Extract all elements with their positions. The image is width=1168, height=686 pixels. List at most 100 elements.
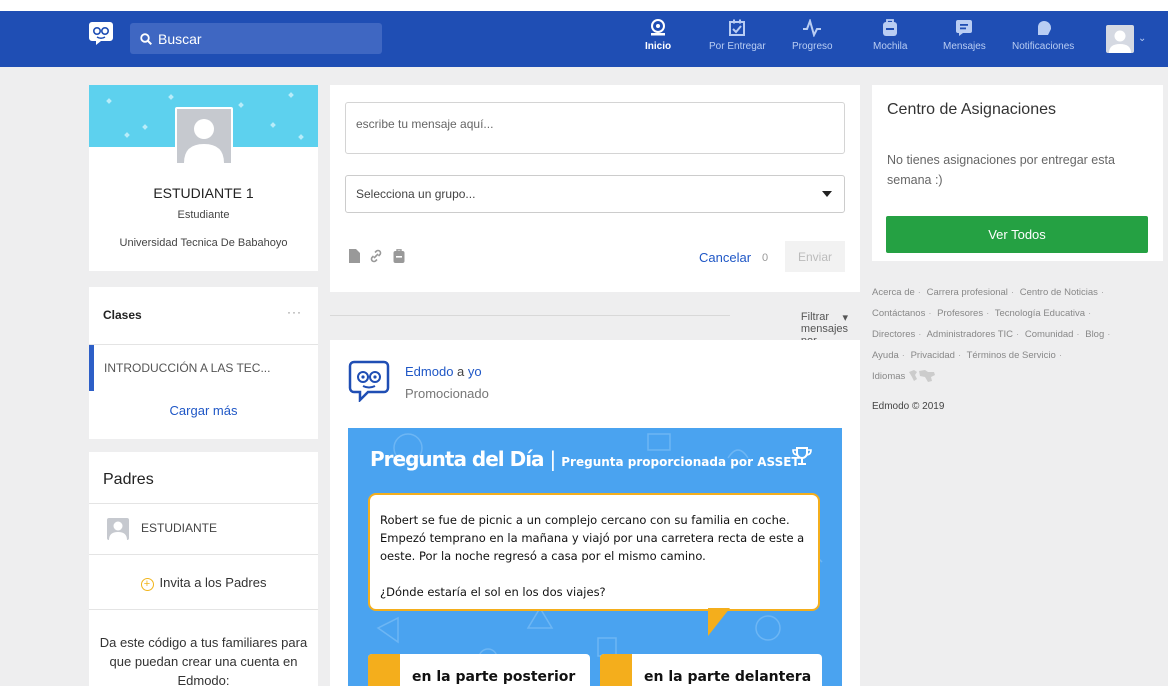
- answer-option[interactable]: en la parte delantera: [600, 654, 822, 686]
- footer-link[interactable]: Centro de Noticias: [1020, 287, 1098, 298]
- parent-code-text: Da este código a tus familiares para que…: [99, 635, 308, 686]
- footer-link[interactable]: Contáctanos: [872, 308, 925, 319]
- answer-option[interactable]: en la parte posterior: [368, 654, 590, 686]
- user-avatar[interactable]: [1106, 25, 1134, 53]
- nav-item-label: Mochila: [873, 41, 908, 52]
- post-recipient-link[interactable]: yo: [468, 364, 482, 379]
- answer-label: en la parte delantera: [644, 669, 812, 685]
- message-icon: [956, 20, 973, 36]
- invite-parents-label: Invita a los Padres: [159, 575, 267, 590]
- assignments-message: No tienes asignaciones por entregar esta…: [887, 153, 1115, 187]
- parents-title: Padres: [103, 471, 154, 488]
- pulse-icon: [803, 19, 822, 37]
- bell-icon: [1038, 21, 1052, 35]
- divider: [330, 315, 730, 316]
- user-icon: [184, 119, 224, 163]
- backpack-icon[interactable]: [392, 248, 406, 264]
- nav-item-progreso[interactable]: Progreso: [792, 19, 833, 63]
- post-composer: escribe tu mensaje aquí... Selecciona un…: [330, 85, 860, 292]
- globe-map-icon[interactable]: [908, 369, 936, 383]
- nav-item-label: Notificaciones: [1012, 41, 1075, 52]
- filter-bar: Filtrar mensajes por ▾: [330, 305, 860, 347]
- footer-link[interactable]: Directores: [872, 329, 915, 340]
- search-placeholder: Buscar: [158, 30, 202, 47]
- group-select[interactable]: Selecciona un grupo...: [345, 175, 845, 213]
- answer-marker: [600, 654, 632, 686]
- parents-card: Padres ESTUDIANTE + Invita a los Padres D…: [89, 452, 318, 686]
- more-options-icon[interactable]: ···: [287, 305, 302, 319]
- assignments-card: Centro de Asignaciones No tienes asignac…: [872, 85, 1163, 261]
- post-author-link[interactable]: Edmodo: [405, 364, 453, 379]
- post-card: Edmodo a yo Promocionado Pregunta del Dí…: [330, 340, 860, 686]
- footer-link[interactable]: Administradores TIC: [927, 329, 1013, 340]
- profile-avatar[interactable]: [175, 107, 233, 165]
- cancel-button[interactable]: Cancelar: [699, 250, 751, 265]
- footer-link[interactable]: Carrera profesional: [927, 287, 1008, 298]
- navigation-bar: Buscar Inicio Por Entregar Progreso Moch…: [0, 11, 1168, 67]
- nav-item-mochila[interactable]: Mochila: [873, 19, 907, 63]
- question-subtitle: Pregunta proporcionada por ASSET: [561, 455, 800, 469]
- plus-circle-icon: +: [140, 578, 154, 591]
- nav-item-inicio[interactable]: Inicio: [645, 19, 671, 63]
- divider: [89, 554, 318, 555]
- footer-link[interactable]: Tecnología Educativa: [995, 308, 1085, 319]
- message-input[interactable]: escribe tu mensaje aquí...: [345, 102, 845, 154]
- question-title-main: Pregunta del Día: [370, 447, 545, 471]
- character-counter: 0: [762, 252, 769, 264]
- nav-item-por-entregar[interactable]: Por Entregar: [709, 19, 766, 63]
- post-connector: a: [453, 364, 468, 379]
- nav-item-label: Progreso: [792, 41, 833, 52]
- caret-down-icon: ▾: [842, 312, 848, 324]
- answer-label: en la parte posterior: [412, 669, 576, 685]
- nav-item-label: Por Entregar: [709, 41, 766, 52]
- search-input[interactable]: Buscar: [130, 23, 382, 54]
- calendar-check-icon: [729, 19, 746, 36]
- footer-link[interactable]: Comunidad: [1025, 329, 1074, 340]
- divider: [89, 609, 318, 610]
- footer-link[interactable]: Idiomas: [872, 371, 905, 382]
- footer-link[interactable]: Blog: [1085, 329, 1104, 340]
- send-button[interactable]: Enviar: [785, 241, 845, 272]
- link-icon[interactable]: [369, 248, 383, 264]
- group-select-value: Selecciona un grupo...: [356, 187, 476, 201]
- promoted-label: Promocionado: [405, 386, 489, 401]
- question-ask: ¿Dónde estaría el sol en los dos viajes?: [380, 585, 606, 599]
- classes-card: Clases ··· INTRODUCCIÓN A LAS TEC... Car…: [89, 287, 318, 439]
- nav-item-label: Mensajes: [943, 41, 986, 52]
- classes-title: Clases: [103, 308, 142, 322]
- chevron-down-icon[interactable]: ⌄: [1138, 33, 1146, 44]
- footer-link[interactable]: Profesores: [937, 308, 983, 319]
- assignments-title: Centro de Asignaciones: [887, 101, 1056, 118]
- profile-name[interactable]: ESTUDIANTE 1: [89, 185, 318, 201]
- speech-bubble-tail: [708, 608, 730, 636]
- edmodo-logo-icon[interactable]: [88, 20, 114, 46]
- footer-link[interactable]: Acerca de: [872, 287, 915, 298]
- invite-parents-link[interactable]: + Invita a los Padres: [89, 575, 318, 591]
- answer-marker: [368, 654, 400, 686]
- question-box: Robert se fue de picnic a un complejo ce…: [368, 493, 820, 611]
- copyright: Edmodo © 2019: [872, 401, 945, 412]
- student-name: ESTUDIANTE: [141, 521, 218, 535]
- trophy-icon: [792, 447, 812, 465]
- view-all-button[interactable]: Ver Todos: [886, 216, 1148, 253]
- parent-student-row[interactable]: ESTUDIANTE: [89, 504, 318, 554]
- nav-item-notificaciones[interactable]: Notificaciones: [1012, 19, 1074, 63]
- footer-link[interactable]: Términos de Servicio: [967, 350, 1056, 361]
- search-icon: [140, 32, 152, 45]
- nav-item-mensajes[interactable]: Mensajes: [943, 19, 986, 63]
- question-text: Robert se fue de picnic a un complejo ce…: [380, 513, 805, 563]
- nav-item-label: Inicio: [645, 41, 672, 52]
- file-icon[interactable]: [347, 248, 361, 264]
- question-of-day-image: Pregunta del Día | Pregunta proporcionad…: [348, 428, 842, 686]
- home-icon: [651, 19, 666, 36]
- top-bar: Buscar Inicio Por Entregar Progreso Moch…: [0, 0, 1168, 67]
- profile-university[interactable]: Universidad Tecnica De Babahoyo: [89, 237, 318, 249]
- load-more-link[interactable]: Cargar más: [89, 403, 318, 418]
- class-item[interactable]: INTRODUCCIÓN A LAS TEC...: [89, 345, 318, 391]
- footer-links: Acerca de · Carrera profesional · Centro d…: [872, 287, 1111, 383]
- footer-link[interactable]: Ayuda: [872, 350, 899, 361]
- footer-link[interactable]: Privacidad: [911, 350, 955, 361]
- backpack-icon: [883, 19, 898, 36]
- class-item-label: INTRODUCCIÓN A LAS TEC...: [104, 361, 271, 375]
- edmodo-avatar-icon[interactable]: [348, 360, 390, 402]
